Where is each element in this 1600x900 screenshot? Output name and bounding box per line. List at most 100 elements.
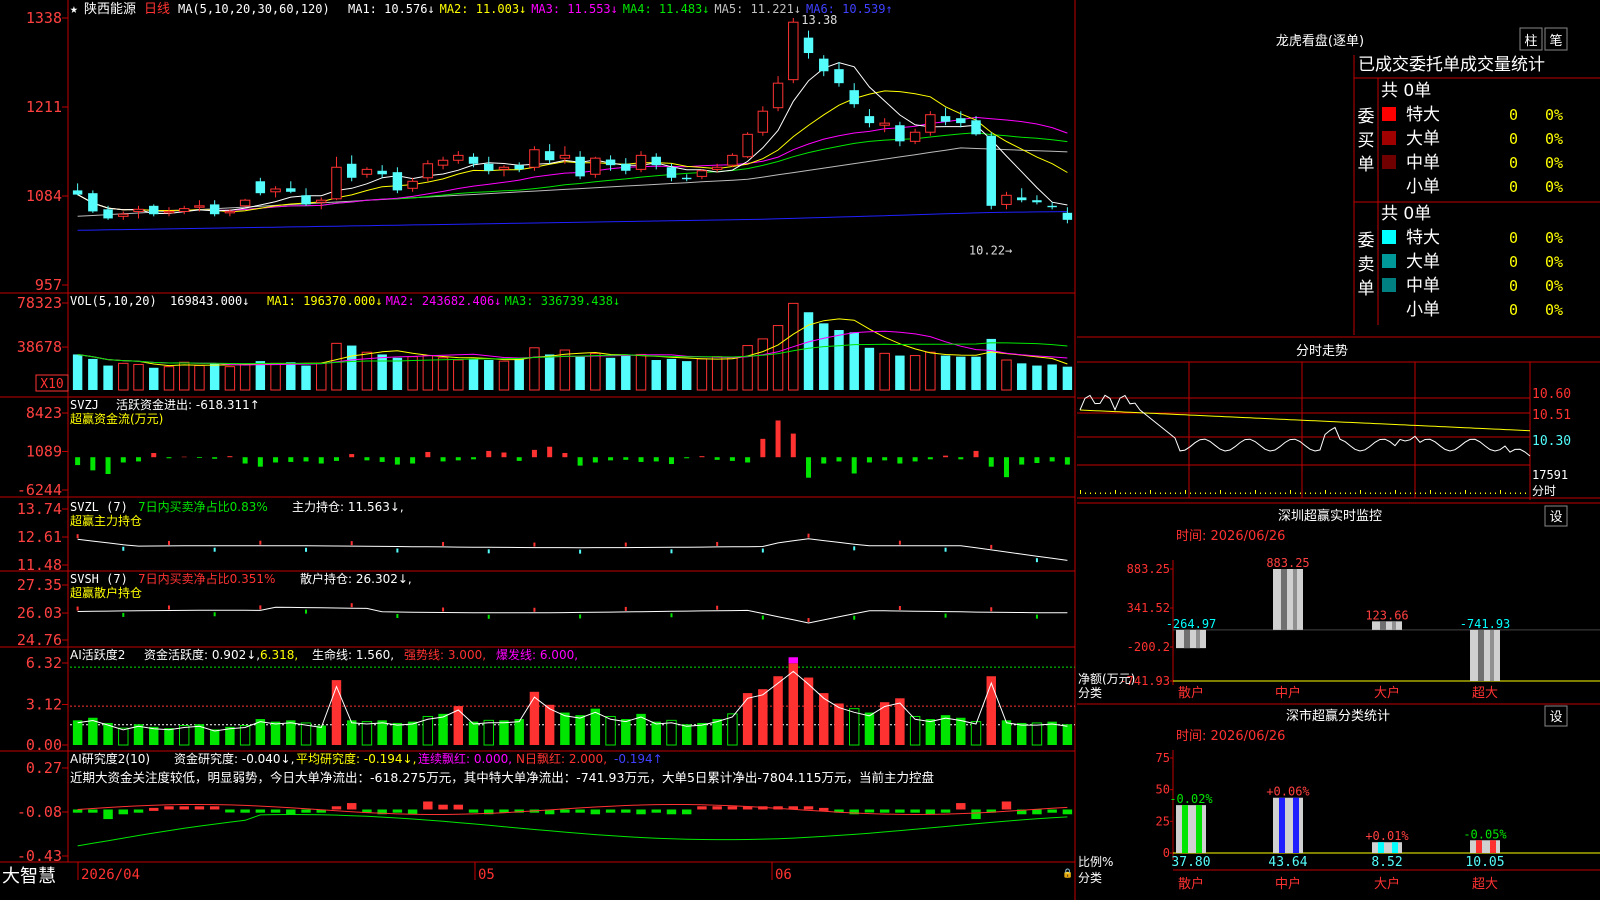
brand-logo: 大智慧 (2, 866, 56, 887)
monitor-bar-stripe (1293, 569, 1297, 630)
candle-body-up (270, 188, 281, 193)
svsh-tick-dot (898, 606, 901, 611)
ma5-line (77, 147, 1068, 217)
ai1-bar (560, 712, 570, 745)
svzj-tick-label: -6244 (17, 481, 62, 499)
buy-row-volume: 0 (1509, 106, 1518, 124)
ts-volume-tick (1475, 492, 1476, 494)
ts-volume-tick (1315, 492, 1316, 494)
candle-body-down (605, 159, 616, 166)
svzj-sub: 超赢资金流(万元) (70, 411, 163, 426)
ai1-tick-label: 0.00 (26, 736, 62, 754)
ts-volume-tick (1180, 492, 1181, 494)
ts-price-line (1079, 394, 1531, 457)
volume-bar-down (286, 362, 296, 390)
ai2-bar (149, 807, 159, 811)
volume-bar-down (392, 357, 403, 390)
ai1-bar (925, 719, 936, 745)
ts-volume-tick (1220, 490, 1221, 494)
ai1-bar (834, 703, 844, 745)
candle-body-up (316, 199, 327, 203)
ai2-tick-label: 0.27 (26, 759, 62, 777)
ts-volume-tick (1135, 492, 1136, 494)
ts-volume-tick (1255, 490, 1256, 494)
volume-bar-down (468, 358, 479, 390)
volume-bar-up (498, 360, 510, 391)
svsh-tick-dot (76, 606, 79, 611)
svzj-bar (90, 457, 96, 471)
volume-bar-down (819, 323, 829, 390)
vol-ma-value-3: MA3: 336739.438↓ (505, 294, 621, 308)
svsh-tick-dot (761, 615, 764, 620)
lhb-title: 龙虎看盘(逐单) (1276, 33, 1364, 49)
volume-bar-down (514, 357, 524, 390)
ma-value-4: MA4: 11.483↓ (623, 2, 710, 16)
ai1-bar-hollow (118, 727, 129, 746)
svzj-bar (531, 449, 537, 458)
svzl-tick-dot (579, 549, 582, 554)
ai1-bar (286, 720, 296, 745)
lock-icon: 🔒 (1062, 868, 1073, 879)
monitor-bar-stripe (1380, 621, 1386, 630)
stock-chart-terminal: 13381211108495713.3810.22→★ 陕西能源 日线 MA(5,10… (0, 0, 1600, 900)
candle-body-up (133, 208, 144, 212)
volume-bar-up (270, 362, 281, 391)
monitor-category: 超大 (1472, 686, 1498, 701)
svzj-bar (760, 438, 766, 458)
candle-body-down (849, 90, 859, 105)
svzj-bar (684, 457, 690, 459)
ai2-bar (270, 809, 281, 813)
candle-body-down (651, 156, 661, 166)
svzj-bar (212, 457, 218, 459)
svzj-bar (273, 457, 279, 463)
ai2-bar (666, 809, 677, 815)
svzj-name: SVZJ (70, 398, 99, 412)
ai2-item-2: 连续飘红: 0.000, (418, 751, 512, 766)
svzj-bar (897, 457, 903, 464)
ts-volume-tick (1270, 492, 1271, 494)
volume-bar-up (772, 325, 784, 391)
candle-body-up (590, 157, 601, 175)
candle-body-up (757, 110, 769, 133)
svzl-tick-dot (533, 542, 536, 547)
ai2-bar (956, 803, 966, 810)
monitor-category: 中户 (1275, 685, 1301, 701)
svsh-tick-label: 24.76 (17, 631, 62, 649)
ai1-item-0: 资金活跃度: 0.902↓, (144, 647, 260, 662)
cls-bar-stripe (1378, 842, 1384, 853)
ai2-bar (1032, 809, 1042, 815)
sell-row-pct: 0% (1545, 277, 1563, 295)
ai2-bar (727, 806, 738, 810)
ts-volume-tick (1425, 492, 1426, 494)
stock-name: 陕西能源 (84, 2, 136, 17)
favorite-star-icon: ★ (70, 2, 78, 17)
svzj-bar (699, 456, 705, 458)
svzl-tick-dot (898, 540, 901, 545)
ai2-bar (819, 807, 829, 811)
svzl-tick-dot (350, 541, 353, 546)
ai2-bar (925, 809, 936, 815)
ai1-bar-hollow (848, 708, 860, 746)
ts-volume-tick (1245, 492, 1246, 494)
svsh-tick-dot (1035, 614, 1038, 619)
volume-bar-up (133, 363, 144, 391)
sell-swatch (1382, 230, 1396, 244)
sell-swatch (1382, 278, 1396, 292)
monitor-category: 散户 (1178, 685, 1204, 701)
monitor-category: 大户 (1374, 685, 1400, 701)
monitor-bar-value: -741.93 (1460, 617, 1511, 631)
cls-bar-stripe (1392, 842, 1398, 853)
svzj-bar (288, 457, 294, 462)
ai1-bar (164, 728, 174, 745)
ts-volume-tick (1470, 492, 1471, 494)
sell-row-name: 小单 (1406, 300, 1440, 320)
cls-bar-stripe (1279, 797, 1285, 853)
candle-body-down (346, 163, 357, 178)
svzj-tick-label: 8423 (26, 404, 62, 422)
svzj-bar (638, 457, 644, 462)
candle-body-up (879, 122, 890, 126)
svzj-bar (318, 457, 324, 464)
ts-volume-tick (1330, 492, 1331, 494)
cls-category: 散户 (1178, 876, 1204, 892)
ts-volume-tick (1235, 492, 1236, 494)
